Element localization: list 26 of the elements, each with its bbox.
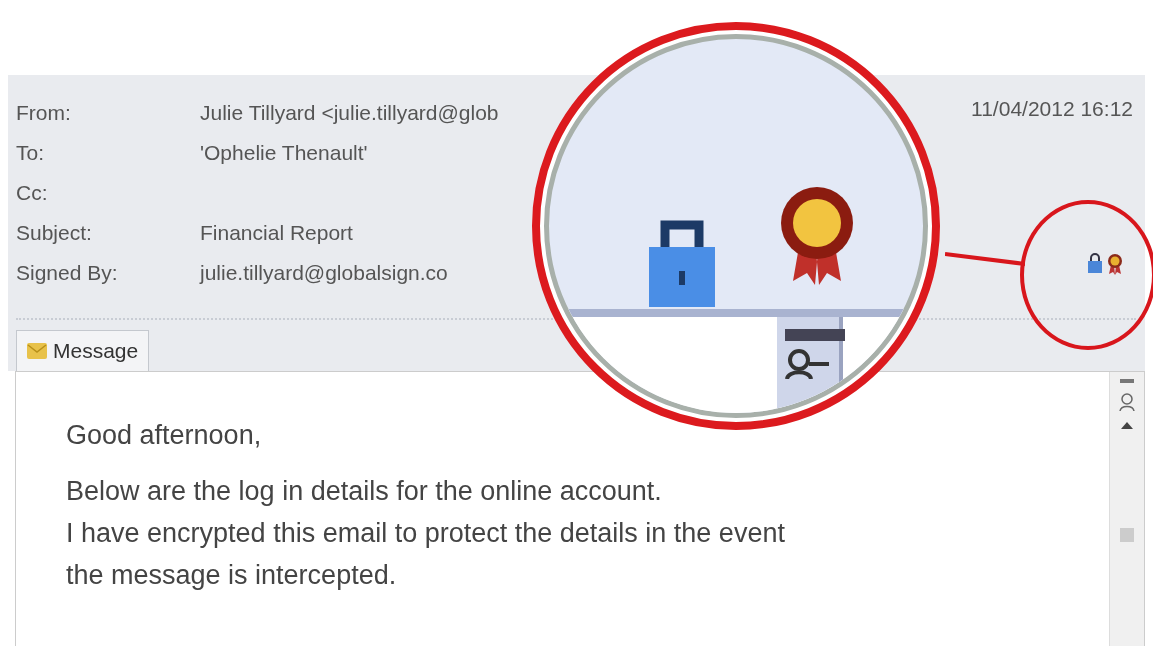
scroll-up-icon[interactable] — [1119, 420, 1135, 430]
field-label: Subject: — [16, 221, 93, 245]
scroll-thumb[interactable] — [1120, 528, 1134, 542]
person-icon — [1117, 392, 1137, 412]
field-value: Julie Tillyard <julie.tillyard@glob — [200, 101, 499, 125]
ribbon-icon — [779, 185, 855, 285]
scrollbar[interactable] — [1109, 372, 1144, 646]
field-label: To: — [16, 141, 45, 165]
date-text: 11/04/2012 16:12 — [971, 97, 1133, 121]
collapse-icon — [1118, 378, 1136, 384]
message-text: Below are the log in details for the online account. — [66, 475, 663, 508]
message-text: Good afternoon, — [66, 419, 263, 452]
field-value: julie.tillyard@globalsign.co — [200, 261, 448, 285]
person-icon — [785, 349, 829, 379]
lock-icon — [1087, 253, 1103, 273]
field-value: Financial Report — [200, 221, 353, 245]
ribbon-icon — [1107, 253, 1123, 275]
field-label: From: — [16, 101, 72, 125]
field-value: 'Ophelie Thenault' — [200, 141, 368, 165]
message-text: I have encrypted this email to protect the details in the event — [66, 517, 786, 550]
field-label: Cc: — [16, 181, 49, 205]
envelope-icon — [27, 343, 47, 359]
message-tab[interactable]: Message — [16, 330, 150, 371]
field-label: Signed By: — [16, 261, 119, 285]
message-text: the message is intercepted. — [66, 559, 398, 592]
collapse-icon — [785, 329, 845, 341]
